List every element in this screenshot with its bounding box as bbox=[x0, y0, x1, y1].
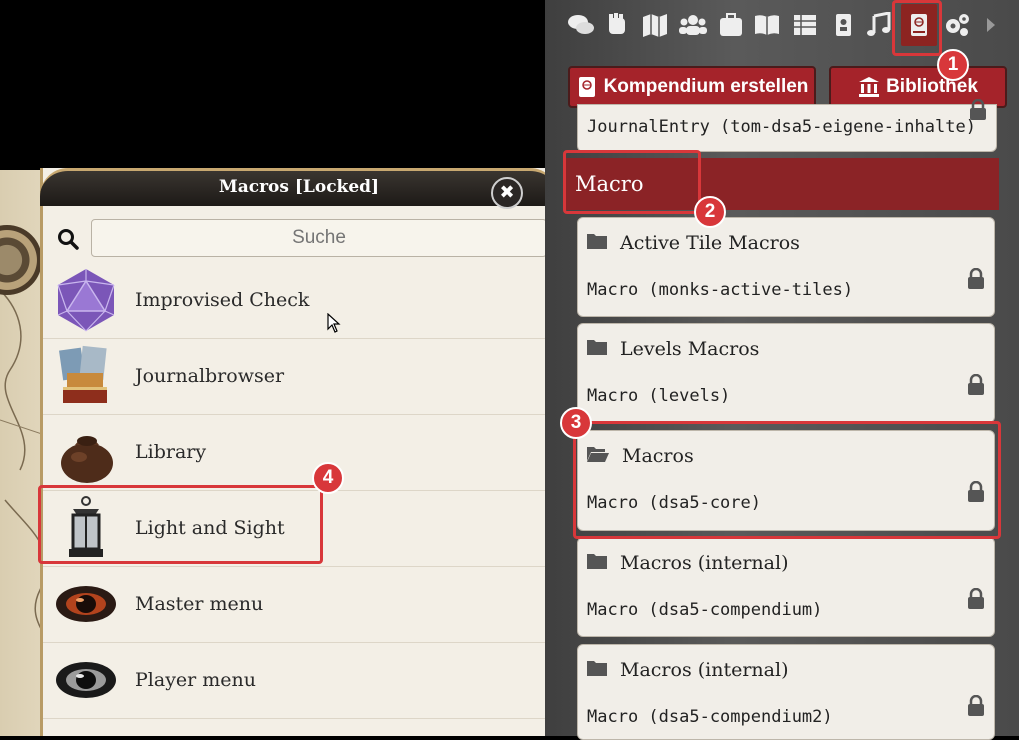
sidebar: Kompendium erstellen Bibliothek JournalE… bbox=[545, 0, 1019, 740]
macro-item-label: Journalbrowser bbox=[135, 365, 285, 387]
macro-item-label: Player menu bbox=[135, 669, 257, 691]
macro-list: Improvised Check Journalbrowser Library bbox=[43, 263, 555, 719]
combat-icon[interactable] bbox=[603, 12, 631, 38]
macro-item-journalbrowser[interactable]: Journalbrowser bbox=[43, 339, 555, 415]
pack-source: Macro (levels) bbox=[587, 386, 731, 406]
compendium-pack[interactable]: Macros (internal) Macro (dsa5-compendium… bbox=[577, 537, 995, 637]
compendium-icon bbox=[578, 77, 595, 97]
lock-icon bbox=[968, 374, 984, 395]
macro-item-label: Library bbox=[135, 441, 207, 463]
compendium-pack[interactable]: Levels Macros Macro (levels) bbox=[577, 323, 995, 423]
journal-icon[interactable] bbox=[753, 12, 781, 38]
close-icon: ✖ bbox=[499, 182, 515, 203]
step-badge-2: 2 bbox=[694, 196, 726, 228]
close-button[interactable]: ✖ bbox=[491, 177, 523, 209]
folder-icon bbox=[587, 234, 607, 249]
library-label: Bibliothek bbox=[886, 76, 978, 97]
red-eye-icon bbox=[56, 586, 116, 622]
macro-item-library[interactable]: Library bbox=[43, 415, 555, 491]
pack-source: Macro (monks-active-tiles) bbox=[587, 280, 854, 300]
section-header-macro[interactable]: Macro bbox=[565, 158, 999, 210]
lock-icon bbox=[968, 695, 984, 716]
compendium-pack[interactable]: Active Tile Macros Macro (monks-active-t… bbox=[577, 217, 995, 317]
settings-icon[interactable] bbox=[943, 12, 971, 38]
dark-eye-icon bbox=[56, 662, 116, 698]
collapse-icon[interactable] bbox=[983, 12, 999, 38]
cards-icon[interactable] bbox=[829, 12, 857, 38]
compendium-pack[interactable]: Macros (internal) Macro (dsa5-compendium… bbox=[577, 644, 995, 740]
pack-source: Macro (dsa5-compendium) bbox=[587, 600, 823, 620]
lock-icon bbox=[968, 588, 984, 609]
window-header[interactable]: Macros [Locked] bbox=[40, 168, 558, 206]
step-badge-1: 1 bbox=[937, 49, 969, 81]
actors-icon[interactable] bbox=[679, 12, 707, 38]
d20-icon bbox=[57, 269, 115, 332]
pack-name: Macros (internal) bbox=[620, 552, 789, 574]
pack-source: Macro (dsa5-compendium2) bbox=[587, 707, 833, 727]
macro-item-label: Improvised Check bbox=[135, 289, 310, 311]
books-icon bbox=[59, 345, 107, 403]
lock-icon bbox=[970, 99, 986, 120]
macro-item-improvised-check[interactable]: Improvised Check bbox=[43, 263, 555, 339]
compendium-pack-open[interactable]: Macros Macro (dsa5-core) bbox=[577, 430, 995, 531]
macro-item-light-and-sight[interactable]: Light and Sight bbox=[43, 491, 555, 567]
pack-name: Active Tile Macros bbox=[620, 232, 800, 254]
pack-name: Macros bbox=[622, 445, 694, 467]
lock-icon bbox=[968, 268, 984, 289]
tables-icon[interactable] bbox=[791, 12, 819, 38]
window-title: Macros [Locked] bbox=[218, 177, 380, 197]
landmark-icon bbox=[859, 77, 880, 97]
folder-icon bbox=[587, 661, 607, 676]
create-compendium-label: Kompendium erstellen bbox=[603, 76, 809, 97]
compendium-icon[interactable] bbox=[905, 12, 933, 38]
folder-icon bbox=[587, 340, 607, 355]
step-badge-3: 3 bbox=[560, 407, 592, 439]
items-icon[interactable] bbox=[717, 12, 745, 38]
step-badge-4: 4 bbox=[312, 462, 344, 494]
search-icon bbox=[58, 229, 79, 250]
macro-item-master-menu[interactable]: Master menu bbox=[43, 567, 555, 643]
pack-source: JournalEntry (tom-dsa5-eigene-inhalte) bbox=[587, 117, 976, 137]
scenes-icon[interactable] bbox=[641, 12, 669, 38]
pack-name: Macros (internal) bbox=[620, 659, 789, 681]
lock-icon bbox=[968, 481, 984, 502]
macro-item-label: Master menu bbox=[135, 593, 264, 615]
lantern-icon bbox=[69, 496, 103, 557]
macro-item-player-menu[interactable]: Player menu bbox=[43, 643, 555, 719]
search-input[interactable] bbox=[91, 219, 547, 257]
pack-name: Levels Macros bbox=[620, 338, 760, 360]
macro-item-label: Light and Sight bbox=[135, 517, 285, 539]
folder-open-icon bbox=[587, 447, 609, 462]
sidebar-tabs bbox=[545, 0, 1019, 50]
playlists-icon[interactable] bbox=[865, 11, 893, 38]
compendium-pack-journal[interactable]: JournalEntry (tom-dsa5-eigene-inhalte) bbox=[577, 99, 997, 152]
folder-icon bbox=[587, 554, 607, 569]
macros-window: Macros [Locked] ✖ Improvised Check J bbox=[40, 168, 558, 736]
mouse-cursor-icon bbox=[327, 313, 341, 333]
section-header-label: Macro bbox=[575, 172, 644, 196]
pack-source: Macro (dsa5-core) bbox=[587, 493, 761, 513]
create-compendium-button[interactable]: Kompendium erstellen bbox=[568, 66, 816, 108]
chat-icon[interactable] bbox=[567, 12, 595, 38]
sack-icon bbox=[61, 436, 113, 483]
